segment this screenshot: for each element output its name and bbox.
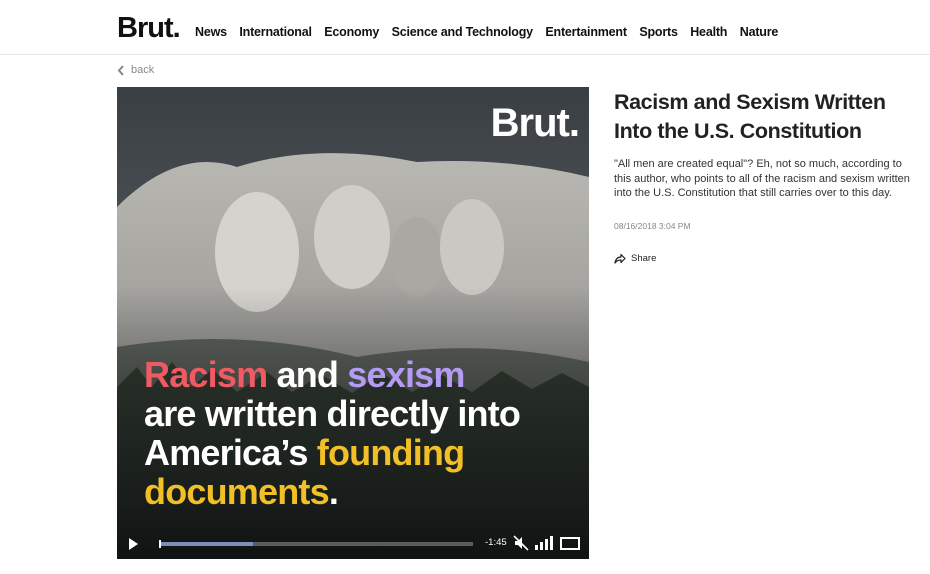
caption-line-4: documents. xyxy=(144,472,584,511)
article-date: 08/16/2018 3:04 PM xyxy=(614,221,691,231)
video-caption: Racism and sexism are written directly i… xyxy=(144,355,584,511)
time-remaining: -1:45 xyxy=(485,537,507,548)
caption-word-racism: Racism xyxy=(144,354,268,395)
main-nav: News International Economy Science and T… xyxy=(195,25,791,39)
article-title: Racism and Sexism Written Into the U.S. … xyxy=(614,90,886,143)
brut-watermark: Brut. xyxy=(490,101,580,145)
play-icon[interactable] xyxy=(129,538,138,550)
nav-item-health[interactable]: Health xyxy=(690,25,727,39)
nav-item-international[interactable]: International xyxy=(239,25,312,39)
video-player[interactable]: Brut. Racism and sexism are written dire… xyxy=(117,87,589,559)
article-description: "All men are created equal"? Eh, not so … xyxy=(614,158,910,199)
progress-start-marker xyxy=(159,540,161,548)
nav-item-entertainment[interactable]: Entertainment xyxy=(545,25,627,39)
caption-word-sexism: sexism xyxy=(347,354,465,395)
progress-bar[interactable] xyxy=(159,540,473,548)
video-controls: -1:45 xyxy=(117,529,589,559)
site-header: Brut. News International Economy Science… xyxy=(0,0,930,55)
nav-item-sports[interactable]: Sports xyxy=(639,25,678,39)
muted-speaker-icon[interactable] xyxy=(513,535,529,551)
nav-item-economy[interactable]: Economy xyxy=(324,25,379,39)
share-button[interactable]: Share xyxy=(614,253,656,264)
caption-period: . xyxy=(328,471,339,512)
caption-word-documents: documents xyxy=(144,471,330,512)
nav-item-science-and-technology[interactable]: Science and Technology xyxy=(392,25,533,39)
back-label: back xyxy=(131,64,155,76)
chevron-left-icon xyxy=(117,64,124,76)
progress-fill xyxy=(159,542,254,546)
brut-logo[interactable]: Brut. xyxy=(117,12,181,45)
caption-line-2: are written directly into xyxy=(144,393,521,434)
caption-word-founding: founding xyxy=(316,432,465,473)
fullscreen-icon[interactable] xyxy=(560,537,580,550)
share-label: Share xyxy=(631,253,657,264)
share-icon xyxy=(614,253,626,264)
caption-line-1: Racism and sexism xyxy=(144,355,584,394)
signal-bars-icon[interactable] xyxy=(535,535,553,551)
caption-americas: America’s xyxy=(144,432,317,473)
nav-item-nature[interactable]: Nature xyxy=(740,25,779,39)
caption-word-and: and xyxy=(267,354,348,395)
back-link[interactable]: back xyxy=(117,64,154,76)
nav-item-news[interactable]: News xyxy=(195,25,227,39)
caption-line-3: America’s founding xyxy=(144,433,584,472)
